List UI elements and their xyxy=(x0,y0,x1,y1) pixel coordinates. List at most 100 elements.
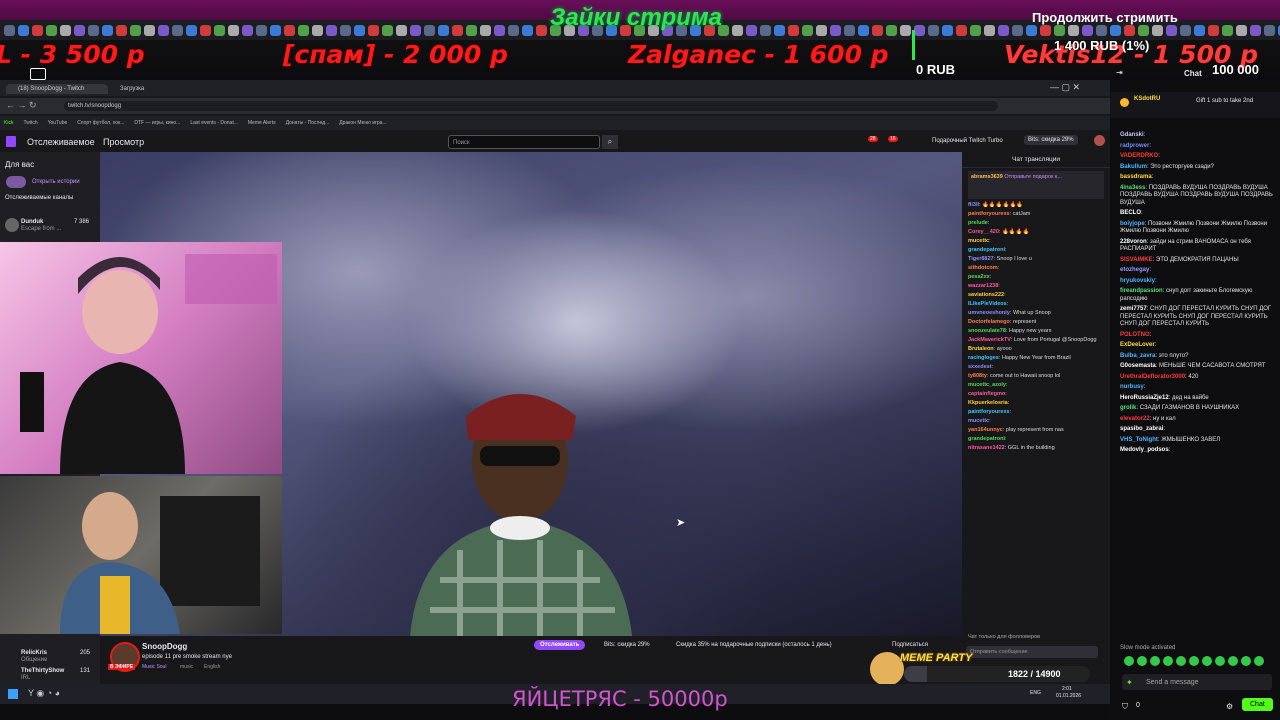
bookmark-favicon-icon[interactable] xyxy=(1110,24,1121,36)
chat-username[interactable]: racingloges xyxy=(968,355,999,361)
bookmark-favicon-icon[interactable] xyxy=(382,24,393,36)
bookmark-favicon-icon[interactable] xyxy=(956,24,967,36)
bookmark-favicon-icon[interactable] xyxy=(494,24,505,36)
bookmark-favicon-icon[interactable] xyxy=(970,24,981,36)
bookmark-favicon-icon[interactable] xyxy=(1082,24,1093,36)
bookmark-favicon-icon[interactable] xyxy=(424,24,435,36)
bookmark-favicon-icon[interactable] xyxy=(1250,24,1261,36)
bookmark-favicon-icon[interactable] xyxy=(298,24,309,36)
bookmark-favicon-icon[interactable] xyxy=(214,24,225,36)
bookmark-favicon-icon[interactable] xyxy=(4,24,15,36)
bookmark-favicon-icon[interactable] xyxy=(340,24,351,36)
bookmark-favicon-icon[interactable] xyxy=(1012,24,1023,36)
bookmark-favicon-icon[interactable] xyxy=(1208,24,1219,36)
twitch-logo-icon[interactable] xyxy=(6,136,16,147)
chat-username[interactable]: Bulba_zavra xyxy=(1120,353,1155,359)
chat-username[interactable]: sithdotcom xyxy=(968,265,998,271)
gift-sub-sale[interactable]: Скидка 35% на подарочные подписки (остал… xyxy=(676,642,832,648)
chat-username[interactable]: mucettc_azoly xyxy=(968,382,1006,388)
bookmark-favicon-icon[interactable] xyxy=(130,24,141,36)
chat-username[interactable]: sxxedest xyxy=(968,364,992,370)
bookmark-favicon-icon[interactable] xyxy=(816,24,827,36)
bookmark-favicon-icon[interactable] xyxy=(452,24,463,36)
nav-browse[interactable]: Просмотр xyxy=(103,137,144,147)
subscribe-button[interactable]: Подписаться xyxy=(892,642,928,648)
bookmark-favicon-icon[interactable] xyxy=(886,24,897,36)
bookmark-favicon-icon[interactable] xyxy=(102,24,113,36)
bookmark-favicon-icon[interactable] xyxy=(830,24,841,36)
bookmark-favicon-icon[interactable] xyxy=(1026,24,1037,36)
bookmark-favicon-icon[interactable] xyxy=(410,24,421,36)
sidebar-channel-name[interactable]: TheThirtyShow xyxy=(21,668,64,674)
chat-username[interactable]: bassdrama xyxy=(1120,174,1152,180)
chat-username[interactable]: prelude xyxy=(968,220,988,226)
bookmark-favicon-icon[interactable] xyxy=(1124,24,1135,36)
bookmark-favicon-icon[interactable] xyxy=(900,24,911,36)
chat-username[interactable]: Kkpuerkelosria xyxy=(968,400,1008,406)
url-field[interactable]: twitch.tv/snoopdogg xyxy=(64,101,998,111)
bookmark-favicon-icon[interactable] xyxy=(354,24,365,36)
bookmark-favicon-icon[interactable] xyxy=(1166,24,1177,36)
bookmark-favicon-icon[interactable] xyxy=(270,24,281,36)
chat-username[interactable]: Medovly_podsos xyxy=(1120,447,1169,453)
bookmark-favicon-icon[interactable] xyxy=(858,24,869,36)
chat-username[interactable]: captainflegmo xyxy=(968,391,1005,397)
bookmark-favicon-icon[interactable] xyxy=(984,24,995,36)
pinned-apps-icon[interactable]: Y ◉ ◔ ◕ xyxy=(28,688,60,699)
chat-username[interactable]: nitrasane1422 xyxy=(968,445,1005,451)
bookmark-favicon-icon[interactable] xyxy=(396,24,407,36)
chat-username[interactable]: mucettc xyxy=(968,418,989,424)
bookmark-favicon-icon[interactable] xyxy=(74,24,85,36)
chat-username[interactable]: umvneoeshoniy xyxy=(968,310,1010,316)
bookmark-favicon-icon[interactable] xyxy=(186,24,197,36)
chat-username[interactable]: VADERDRKO xyxy=(1120,153,1158,159)
bookmark-favicon-icon[interactable] xyxy=(732,24,743,36)
nav-following[interactable]: Отслеживаемое xyxy=(27,137,95,147)
chat-username[interactable]: spasibo_zabrai xyxy=(1120,426,1163,432)
bookmark-favicon-icon[interactable] xyxy=(172,24,183,36)
pinned-gift-banner[interactable]: abrams3639 Отправьте подарок к... xyxy=(968,171,1104,199)
bookmark-favicon-icon[interactable] xyxy=(438,24,449,36)
bookmark-favicon-icon[interactable] xyxy=(1264,24,1275,36)
chat-collapse-icon[interactable]: ⇥ xyxy=(1116,68,1123,77)
chat-username[interactable]: HeroRussiaZje12 xyxy=(1120,395,1169,401)
chat-username[interactable]: POLOTNO xyxy=(1120,332,1150,338)
bookmark-favicon-icon[interactable] xyxy=(1194,24,1205,36)
bookmark-favicon-icon[interactable] xyxy=(480,24,491,36)
chat-input[interactable]: ✦ Send a message xyxy=(1122,674,1272,690)
bookmark-favicon-icon[interactable] xyxy=(760,24,771,36)
bookmark-favicon-icon[interactable] xyxy=(368,24,379,36)
chat-username[interactable]: grandepatroni xyxy=(968,247,1005,253)
chat-username[interactable]: radprower xyxy=(1120,143,1149,149)
nav-arrows-icon[interactable]: ← → ↻ xyxy=(6,100,37,111)
chat-username[interactable]: nurbusy xyxy=(1120,384,1144,390)
bookmark-item[interactable]: Kick xyxy=(4,120,13,126)
chat-username[interactable]: elevator22 xyxy=(1120,416,1150,422)
bookmark-favicon-icon[interactable] xyxy=(1180,24,1191,36)
chat-username[interactable]: boiyjope xyxy=(1120,221,1145,227)
chat-username[interactable]: yan164unnyc xyxy=(968,427,1003,433)
tab-active[interactable]: (18) SnoopDogg - Twitch xyxy=(6,84,108,94)
bookmark-favicon-icon[interactable] xyxy=(802,24,813,36)
bookmark-favicon-icon[interactable] xyxy=(326,24,337,36)
stream-tag[interactable]: English xyxy=(204,664,220,670)
chat-username[interactable]: pesa2xx xyxy=(968,274,990,280)
emote-row[interactable] xyxy=(1124,656,1274,668)
search-icon[interactable]: ⌕ xyxy=(602,135,618,149)
bookmark-favicon-icon[interactable] xyxy=(158,24,169,36)
bookmark-favicon-icon[interactable] xyxy=(242,24,253,36)
bookmark-favicon-icon[interactable] xyxy=(1152,24,1163,36)
bookmark-favicon-icon[interactable] xyxy=(844,24,855,36)
chat-username[interactable]: fireandpassion xyxy=(1120,288,1163,294)
settings-icon[interactable]: ⚙ xyxy=(1226,702,1233,711)
bookmark-item[interactable]: DTF — игры, кино... xyxy=(134,120,180,126)
chat-username[interactable]: Brutaleon xyxy=(968,346,994,352)
bookmark-favicon-icon[interactable] xyxy=(88,24,99,36)
chat-username[interactable]: grolik xyxy=(1120,405,1136,411)
chat-username[interactable]: 228voron xyxy=(1120,239,1147,245)
bookmark-favicon-icon[interactable] xyxy=(1222,24,1233,36)
bookmark-favicon-icon[interactable] xyxy=(872,24,883,36)
search-input[interactable]: Поиск xyxy=(448,135,600,149)
bookmark-favicon-icon[interactable] xyxy=(788,24,799,36)
bookmark-favicon-icon[interactable] xyxy=(1040,24,1051,36)
